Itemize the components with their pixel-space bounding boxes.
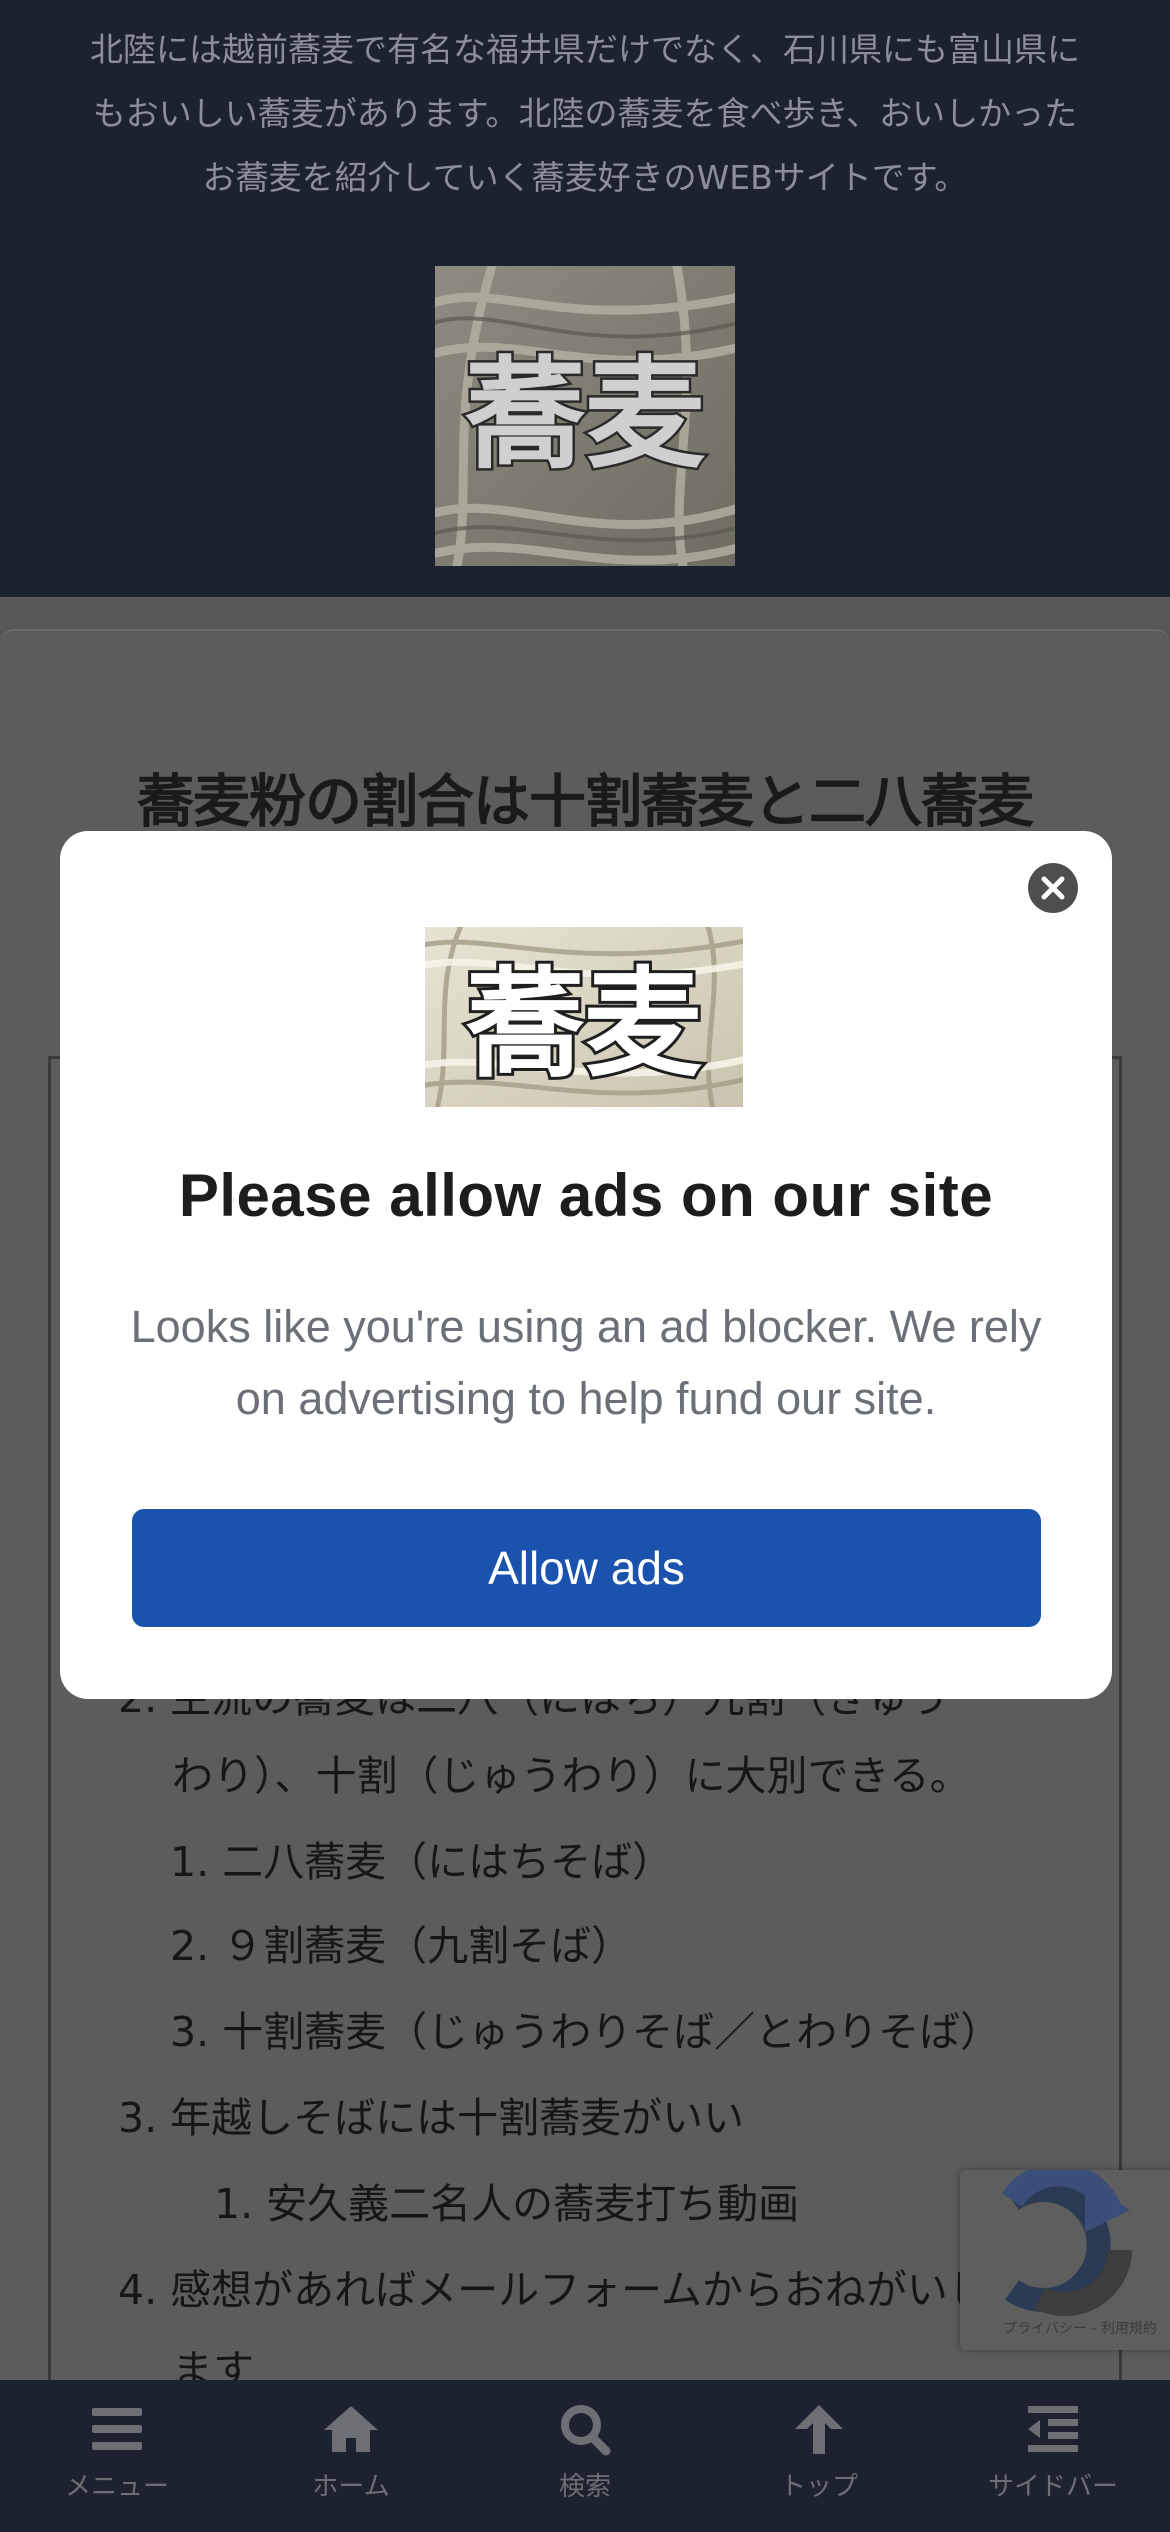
article-title: 蕎麦粉の割合は十割蕎麦と二八蕎麦 xyxy=(137,769,1034,835)
toc-item[interactable]: 3. 年越しそばには十割蕎麦がいい xyxy=(118,2084,744,2144)
arrow-up-icon xyxy=(795,2405,843,2454)
nav-sidebar-label: サイドバー xyxy=(987,2472,1118,2502)
adblock-modal: 蕎麦 Please allow ads on our site Looks li… xyxy=(60,831,1112,1699)
recaptcha-privacy-terms[interactable]: プライバシー - 利用規約 xyxy=(980,2318,1170,2338)
logo-text: 蕎麦 xyxy=(465,346,705,485)
home-icon xyxy=(324,2406,378,2452)
toc-item[interactable]: 3. 十割蕎麦（じゅうわりそば／とわりそば） xyxy=(170,1998,1001,2058)
site-header: 北陸には越前蕎麦で有名な福井県だけでなく、石川県にも富山県に もおいしい蕎麦があ… xyxy=(0,0,1170,597)
site-logo[interactable]: 蕎麦 xyxy=(435,266,735,566)
site-description: 北陸には越前蕎麦で有名な福井県だけでなく、石川県にも富山県に もおいしい蕎麦があ… xyxy=(40,18,1130,210)
toc-item[interactable]: わり）、十割（じゅうわり）に大別できる。 xyxy=(172,1742,971,1802)
toc-item[interactable]: 1. 安久義二名人の蕎麦打ち動画 xyxy=(214,2170,799,2230)
nav-home-label: ホーム xyxy=(312,2472,390,2502)
nav-menu-button[interactable]: メニュー xyxy=(0,2380,234,2532)
site-description-line: もおいしい蕎麦があります。北陸の蕎麦を食べ歩き、おいしかった xyxy=(92,94,1078,133)
toc-item[interactable]: 4. 感想があればメールフォームからおねがいし xyxy=(118,2256,989,2316)
recaptcha-badge[interactable]: プライバシー - 利用規約 xyxy=(960,2162,1170,2350)
nav-top-button[interactable]: トップ xyxy=(702,2380,936,2532)
nav-search-label: 検索 xyxy=(558,2472,611,2502)
site-description-line: お蕎麦を紹介していく蕎麦好きのWEBサイトです。 xyxy=(202,158,968,197)
modal-message: Looks like you're using an ad blocker. W… xyxy=(130,1301,1042,1424)
logo-text: 蕎麦 xyxy=(466,955,702,1093)
modal-title: Please allow ads on our site xyxy=(178,1162,994,1229)
nav-menu-label: メニュー xyxy=(64,2472,169,2502)
nav-sidebar-button[interactable]: サイドバー xyxy=(936,2380,1170,2532)
nav-search-button[interactable]: 検索 xyxy=(468,2380,702,2532)
page: 北陸には越前蕎麦で有名な福井県だけでなく、石川県にも富山県に もおいしい蕎麦があ… xyxy=(0,0,1170,2532)
toc-item[interactable]: 2. ９割蕎麦（九割そば） xyxy=(170,1912,632,1972)
menu-icon xyxy=(92,2408,142,2450)
close-icon xyxy=(1041,876,1065,900)
soba-logo-image: 蕎麦 xyxy=(425,927,743,1107)
allow-ads-button[interactable]: Allow ads xyxy=(132,1509,1041,1627)
close-button[interactable] xyxy=(1028,863,1078,913)
modal-logo: 蕎麦 xyxy=(425,927,743,1107)
recaptcha-icon xyxy=(1001,2162,1132,2316)
nav-top-label: トップ xyxy=(779,2472,858,2502)
toc-item[interactable]: 1. 二八蕎麦（にはちそば） xyxy=(170,1828,673,1888)
nav-home-button[interactable]: ホーム xyxy=(234,2380,468,2532)
soba-logo-image: 蕎麦 xyxy=(435,266,735,566)
search-icon xyxy=(561,2405,611,2456)
sidebar-icon xyxy=(1028,2406,1078,2452)
bottom-nav: メニュー ホーム 検索 トップ サイドバー xyxy=(0,2380,1170,2532)
site-description-line: 北陸には越前蕎麦で有名な福井県だけでなく、石川県にも富山県に xyxy=(90,30,1080,69)
